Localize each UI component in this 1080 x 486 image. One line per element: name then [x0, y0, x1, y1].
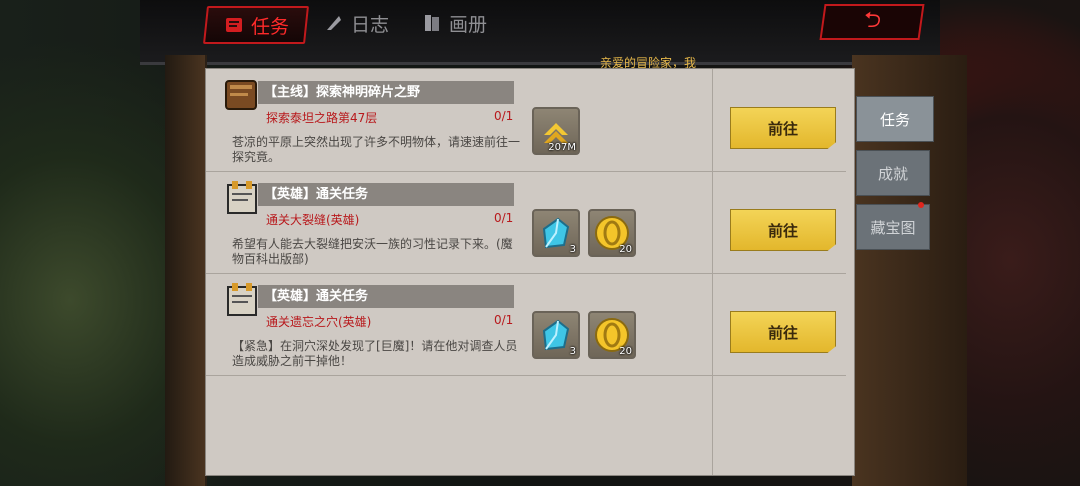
tab-album[interactable]: 画册 [405, 6, 503, 40]
quest-objective: 探索泰坦之路第47层 [266, 111, 378, 125]
go-button[interactable]: 前往 [730, 209, 836, 251]
reward-item[interactable]: 3 [532, 209, 580, 257]
back-button[interactable]: ⮌ [819, 4, 925, 40]
tab-quests-label: 任务 [251, 15, 290, 38]
tab-album-label: 画册 [449, 13, 488, 36]
go-button[interactable]: 前往 [730, 311, 836, 353]
reward-count: 3 [569, 346, 576, 357]
quest-title: 【主线】探索神明碎片之野 [258, 81, 514, 104]
tab-journal-label: 日志 [351, 13, 390, 36]
quest-item: 【英雄】通关任务 通关遗忘之穴(英雄) 0/1 【紧急】在洞穴深处发现了[巨魔]… [206, 273, 846, 376]
quest-progress: 0/1 [494, 313, 514, 327]
notice-board-icon [222, 279, 262, 319]
side-tab-treasure-map[interactable]: 藏宝图 [856, 204, 930, 250]
quest-title: 【英雄】通关任务 [258, 183, 514, 206]
book-icon [222, 75, 262, 115]
notification-dot [918, 202, 924, 208]
reward-count: 20 [619, 244, 632, 255]
quest-objective: 通关大裂缝(英雄) [266, 213, 360, 227]
reward-item[interactable]: 20 [588, 311, 636, 359]
tab-quests[interactable]: 任务 [203, 6, 310, 44]
quest-item: 【英雄】通关任务 通关大裂缝(英雄) 0/1 希望有人能去大裂缝把安沃一族的习性… [206, 171, 846, 274]
reward-count: 20 [619, 346, 632, 357]
scroll-icon [223, 14, 245, 36]
quest-description: 希望有人能去大裂缝把安沃一族的习性记录下来。(魔物百科出版部) [232, 237, 513, 266]
back-arrow-icon: ⮌ [861, 8, 883, 33]
quest-progress: 0/1 [494, 109, 514, 123]
reward-count: 3 [569, 244, 576, 255]
left-frame [165, 55, 207, 486]
feather-icon [323, 12, 345, 34]
quest-objective: 通关遗忘之穴(英雄) [266, 315, 372, 329]
quest-description: 【紧急】在洞穴深处发现了[巨魔]！请在他对调查人员造成威胁之前干掉他！ [232, 339, 518, 368]
reward-count: 207M [548, 142, 576, 153]
tab-journal[interactable]: 日志 [307, 6, 405, 40]
reward-item[interactable]: 207M [532, 107, 580, 155]
quest-item: 【主线】探索神明碎片之野 探索泰坦之路第47层 0/1 苍凉的平原上突然出现了许… [206, 69, 846, 172]
reward-item[interactable]: 20 [588, 209, 636, 257]
notice-board-icon [222, 177, 262, 217]
quest-progress: 0/1 [494, 211, 514, 225]
book-icon [421, 12, 443, 34]
go-button[interactable]: 前往 [730, 107, 836, 149]
quest-description: 苍凉的平原上突然出现了许多不明物体，请速速前往一探究竟。 [232, 135, 521, 164]
quest-panel: 【主线】探索神明碎片之野 探索泰坦之路第47层 0/1 苍凉的平原上突然出现了许… [205, 68, 855, 476]
reward-item[interactable]: 3 [532, 311, 580, 359]
quest-title: 【英雄】通关任务 [258, 285, 514, 308]
top-tabs: 任务 日志 画册 [203, 6, 503, 44]
side-tab-quests[interactable]: 任务 [856, 96, 934, 142]
side-tab-achievements[interactable]: 成就 [856, 150, 930, 196]
